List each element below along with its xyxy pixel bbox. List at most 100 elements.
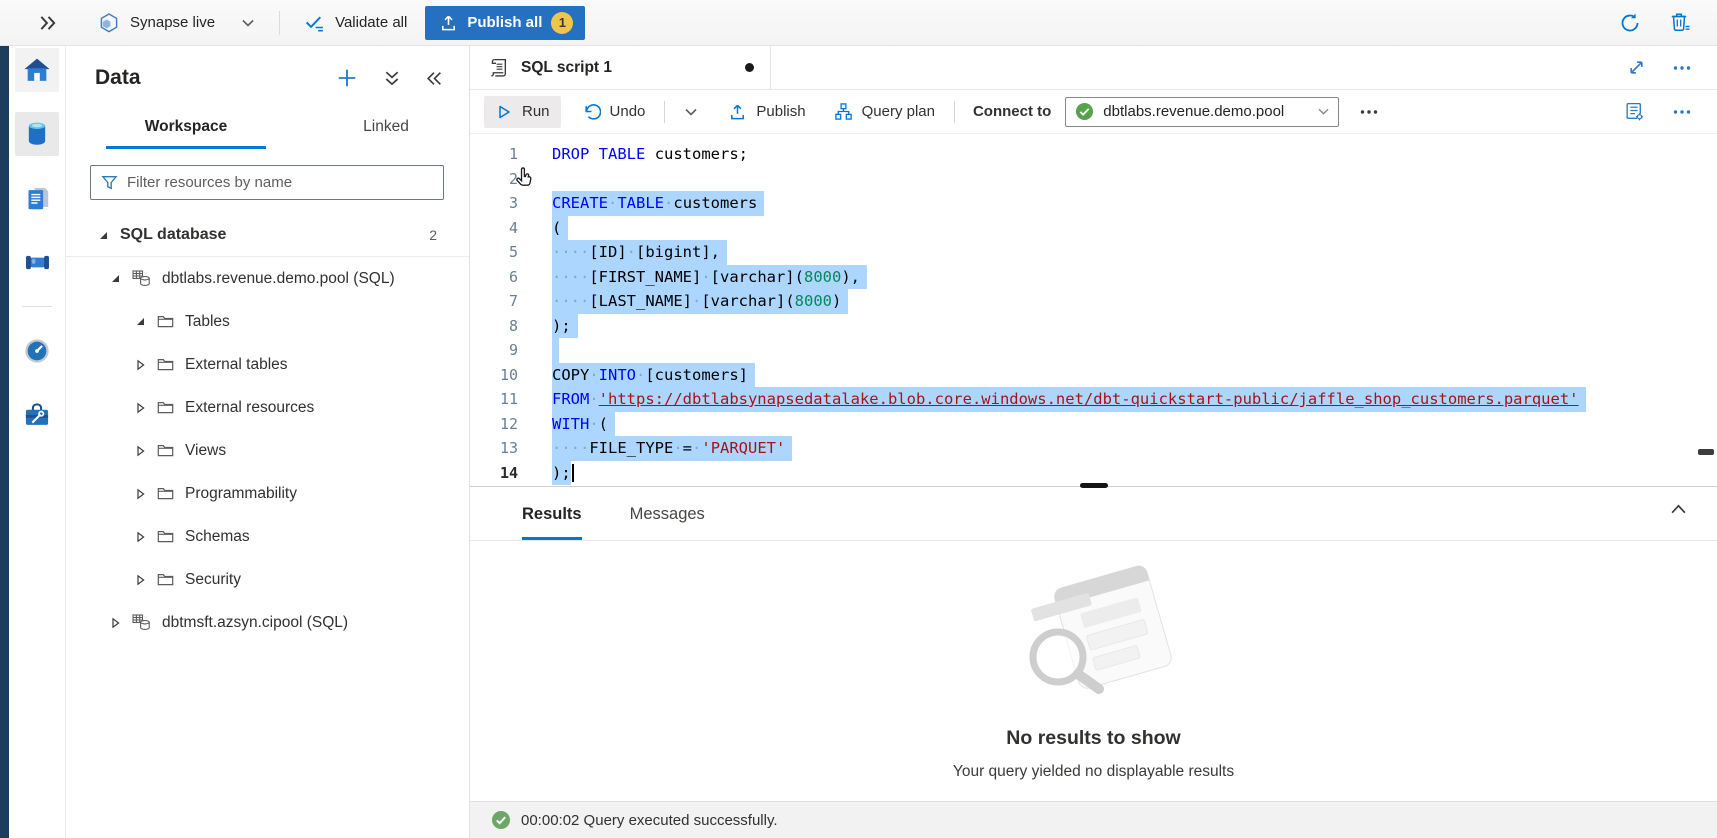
query-status-bar: 00:00:02 Query executed successfully.	[470, 801, 1717, 838]
twisty-collapsed-icon[interactable]	[133, 574, 147, 586]
validate-all-button[interactable]: Validate all	[304, 13, 407, 33]
refresh-button[interactable]	[1618, 11, 1642, 35]
line-number: 10	[470, 363, 518, 388]
tree-item-dbtlabs-revenue-demo-pool-sql[interactable]: dbtlabs.revenue.demo.pool (SQL)	[66, 257, 469, 300]
editor-more-options-button[interactable]	[1673, 109, 1691, 115]
panel-resize-grip[interactable]	[1080, 483, 1108, 488]
code-line-2[interactable]: 2	[470, 167, 1717, 192]
tab-more-options-button[interactable]	[1673, 65, 1691, 71]
code-line-9[interactable]: 9	[470, 338, 1717, 363]
run-button[interactable]: Run	[484, 96, 561, 128]
discard-all-button[interactable]	[1668, 10, 1693, 35]
connect-to-pool-select[interactable]: dbtlabs.revenue.demo.pool	[1065, 97, 1339, 127]
rail-item-monitor[interactable]	[15, 329, 59, 373]
line-content: DROP TABLE customers;	[552, 142, 748, 167]
rail-item-integrate[interactable]	[15, 240, 59, 284]
expand-editor-button[interactable]	[1628, 59, 1645, 76]
tree-item-label: Schemas	[185, 528, 250, 546]
tree-item-programmability[interactable]: Programmability	[66, 472, 469, 515]
collapse-panel-button[interactable]	[426, 71, 443, 86]
code-line-7[interactable]: 7····[LAST_NAME]·[varchar](8000)	[470, 289, 1717, 314]
chevron-down-icon	[684, 107, 698, 117]
code-line-12[interactable]: 12WITH·(	[470, 412, 1717, 437]
run-play-icon	[495, 103, 513, 121]
scrollbar-mark[interactable]	[1698, 449, 1714, 455]
code-line-4[interactable]: 4(	[470, 216, 1717, 241]
sql-script-icon	[488, 57, 509, 78]
add-resource-button[interactable]	[336, 67, 358, 89]
tree-item-external-resources[interactable]: External resources	[66, 386, 469, 429]
rail-item-manage[interactable]	[15, 393, 59, 437]
results-tabbar: Results Messages	[470, 487, 1717, 541]
folder-icon	[157, 572, 174, 587]
connect-to-label: Connect to	[973, 103, 1051, 120]
twisty-collapsed-icon[interactable]	[133, 445, 147, 457]
filter-resources-input[interactable]	[127, 174, 433, 191]
line-number: 4	[470, 216, 518, 241]
tree-item-tables[interactable]: Tables	[66, 300, 469, 343]
mode-selector[interactable]: Synapse live	[98, 12, 255, 34]
twisty-collapsed-icon[interactable]	[133, 359, 147, 371]
gauge-icon	[23, 337, 51, 365]
line-number: 3	[470, 191, 518, 216]
code-line-14[interactable]: 14);	[470, 461, 1717, 486]
code-line-10[interactable]: 10COPY·INTO·[customers]	[470, 363, 1717, 388]
query-plan-button[interactable]: Query plan	[823, 95, 946, 128]
tab-sql-script-1[interactable]: SQL script 1	[470, 46, 771, 89]
code-line-5[interactable]: 5····[ID]·[bigint],	[470, 240, 1717, 265]
tree-item-label: Views	[185, 442, 226, 460]
double-chevron-right-icon	[38, 14, 58, 32]
editor-toolbar: Run Undo P	[470, 90, 1717, 134]
twisty-collapsed-icon[interactable]	[133, 488, 147, 500]
tree-item-security[interactable]: Security	[66, 558, 469, 601]
mode-dropdown-chevron-icon[interactable]	[241, 18, 255, 28]
folder-icon	[157, 529, 174, 544]
publish-button[interactable]: Publish	[717, 95, 816, 128]
tree-item-dbtmsft-azsyn-cipool-sql[interactable]: dbtmsft.azsyn.cipool (SQL)	[66, 601, 469, 644]
synapse-studio-app: Synapse live Validate all Publish all 1	[0, 0, 1717, 838]
tab-results[interactable]: Results	[522, 505, 582, 540]
collapse-results-button[interactable]	[1670, 503, 1687, 515]
toolbar-separator	[954, 101, 955, 123]
twisty-collapsed-icon[interactable]	[133, 531, 147, 543]
line-content: ····[ID]·[bigint],	[552, 240, 727, 265]
expand-panel-button[interactable]	[38, 14, 58, 32]
code-line-6[interactable]: 6····[FIRST_NAME]·[varchar](8000),	[470, 265, 1717, 290]
results-panel: Results Messages	[470, 486, 1717, 838]
code-line-3[interactable]: 3 CREATE·TABLE·customers	[470, 191, 1717, 216]
collapse-all-button[interactable]	[384, 70, 400, 87]
twisty-collapsed-icon[interactable]	[108, 617, 122, 629]
tab-messages[interactable]: Messages	[630, 505, 705, 540]
double-chevron-left-icon	[426, 71, 443, 86]
sql-code-editor[interactable]: 1DROP TABLE customers;23 CREATE·TABLE·cus…	[470, 134, 1717, 486]
tree-item-label: dbtmsft.azsyn.cipool (SQL)	[162, 614, 348, 632]
toolbar-more-button[interactable]	[1349, 102, 1389, 122]
tree-item-views[interactable]: Views	[66, 429, 469, 472]
undo-button[interactable]: Undo	[571, 95, 657, 128]
tab-linked[interactable]: Linked	[306, 110, 466, 149]
rail-item-home[interactable]	[15, 48, 59, 92]
line-content: ····FILE_TYPE·=·'PARQUET'	[552, 436, 792, 461]
publish-all-button[interactable]: Publish all 1	[425, 6, 585, 40]
selection-highlight: CREATE·TABLE·customers	[552, 191, 764, 216]
twisty-expanded-icon[interactable]	[133, 316, 147, 327]
refresh-icon	[1618, 11, 1642, 35]
properties-button[interactable]	[1624, 101, 1645, 122]
line-content: ····[LAST_NAME]·[varchar](8000)	[552, 289, 848, 314]
twisty-expanded-icon[interactable]	[108, 273, 122, 284]
tree-item-schemas[interactable]: Schemas	[66, 515, 469, 558]
connected-pool-name: dbtlabs.revenue.demo.pool	[1103, 103, 1308, 120]
undo-redo-dropdown-button[interactable]	[673, 100, 709, 124]
code-line-1[interactable]: 1DROP TABLE customers;	[470, 142, 1717, 167]
rail-item-data[interactable]	[15, 112, 59, 156]
tree-item-sql-database[interactable]: SQL database2	[66, 214, 469, 257]
tab-workspace[interactable]: Workspace	[106, 110, 266, 149]
code-line-11[interactable]: 11FROM·'https://dbtlabsynapsedatalake.bl…	[470, 387, 1717, 412]
code-line-13[interactable]: 13····FILE_TYPE·=·'PARQUET'	[470, 436, 1717, 461]
tree-item-external-tables[interactable]: External tables	[66, 343, 469, 386]
code-line-8[interactable]: 8);	[470, 314, 1717, 339]
selection-highlight: ····[FIRST_NAME]·[varchar](8000),	[552, 265, 867, 290]
twisty-expanded-icon[interactable]	[96, 230, 110, 241]
rail-item-develop[interactable]	[15, 176, 59, 220]
twisty-collapsed-icon[interactable]	[133, 402, 147, 414]
